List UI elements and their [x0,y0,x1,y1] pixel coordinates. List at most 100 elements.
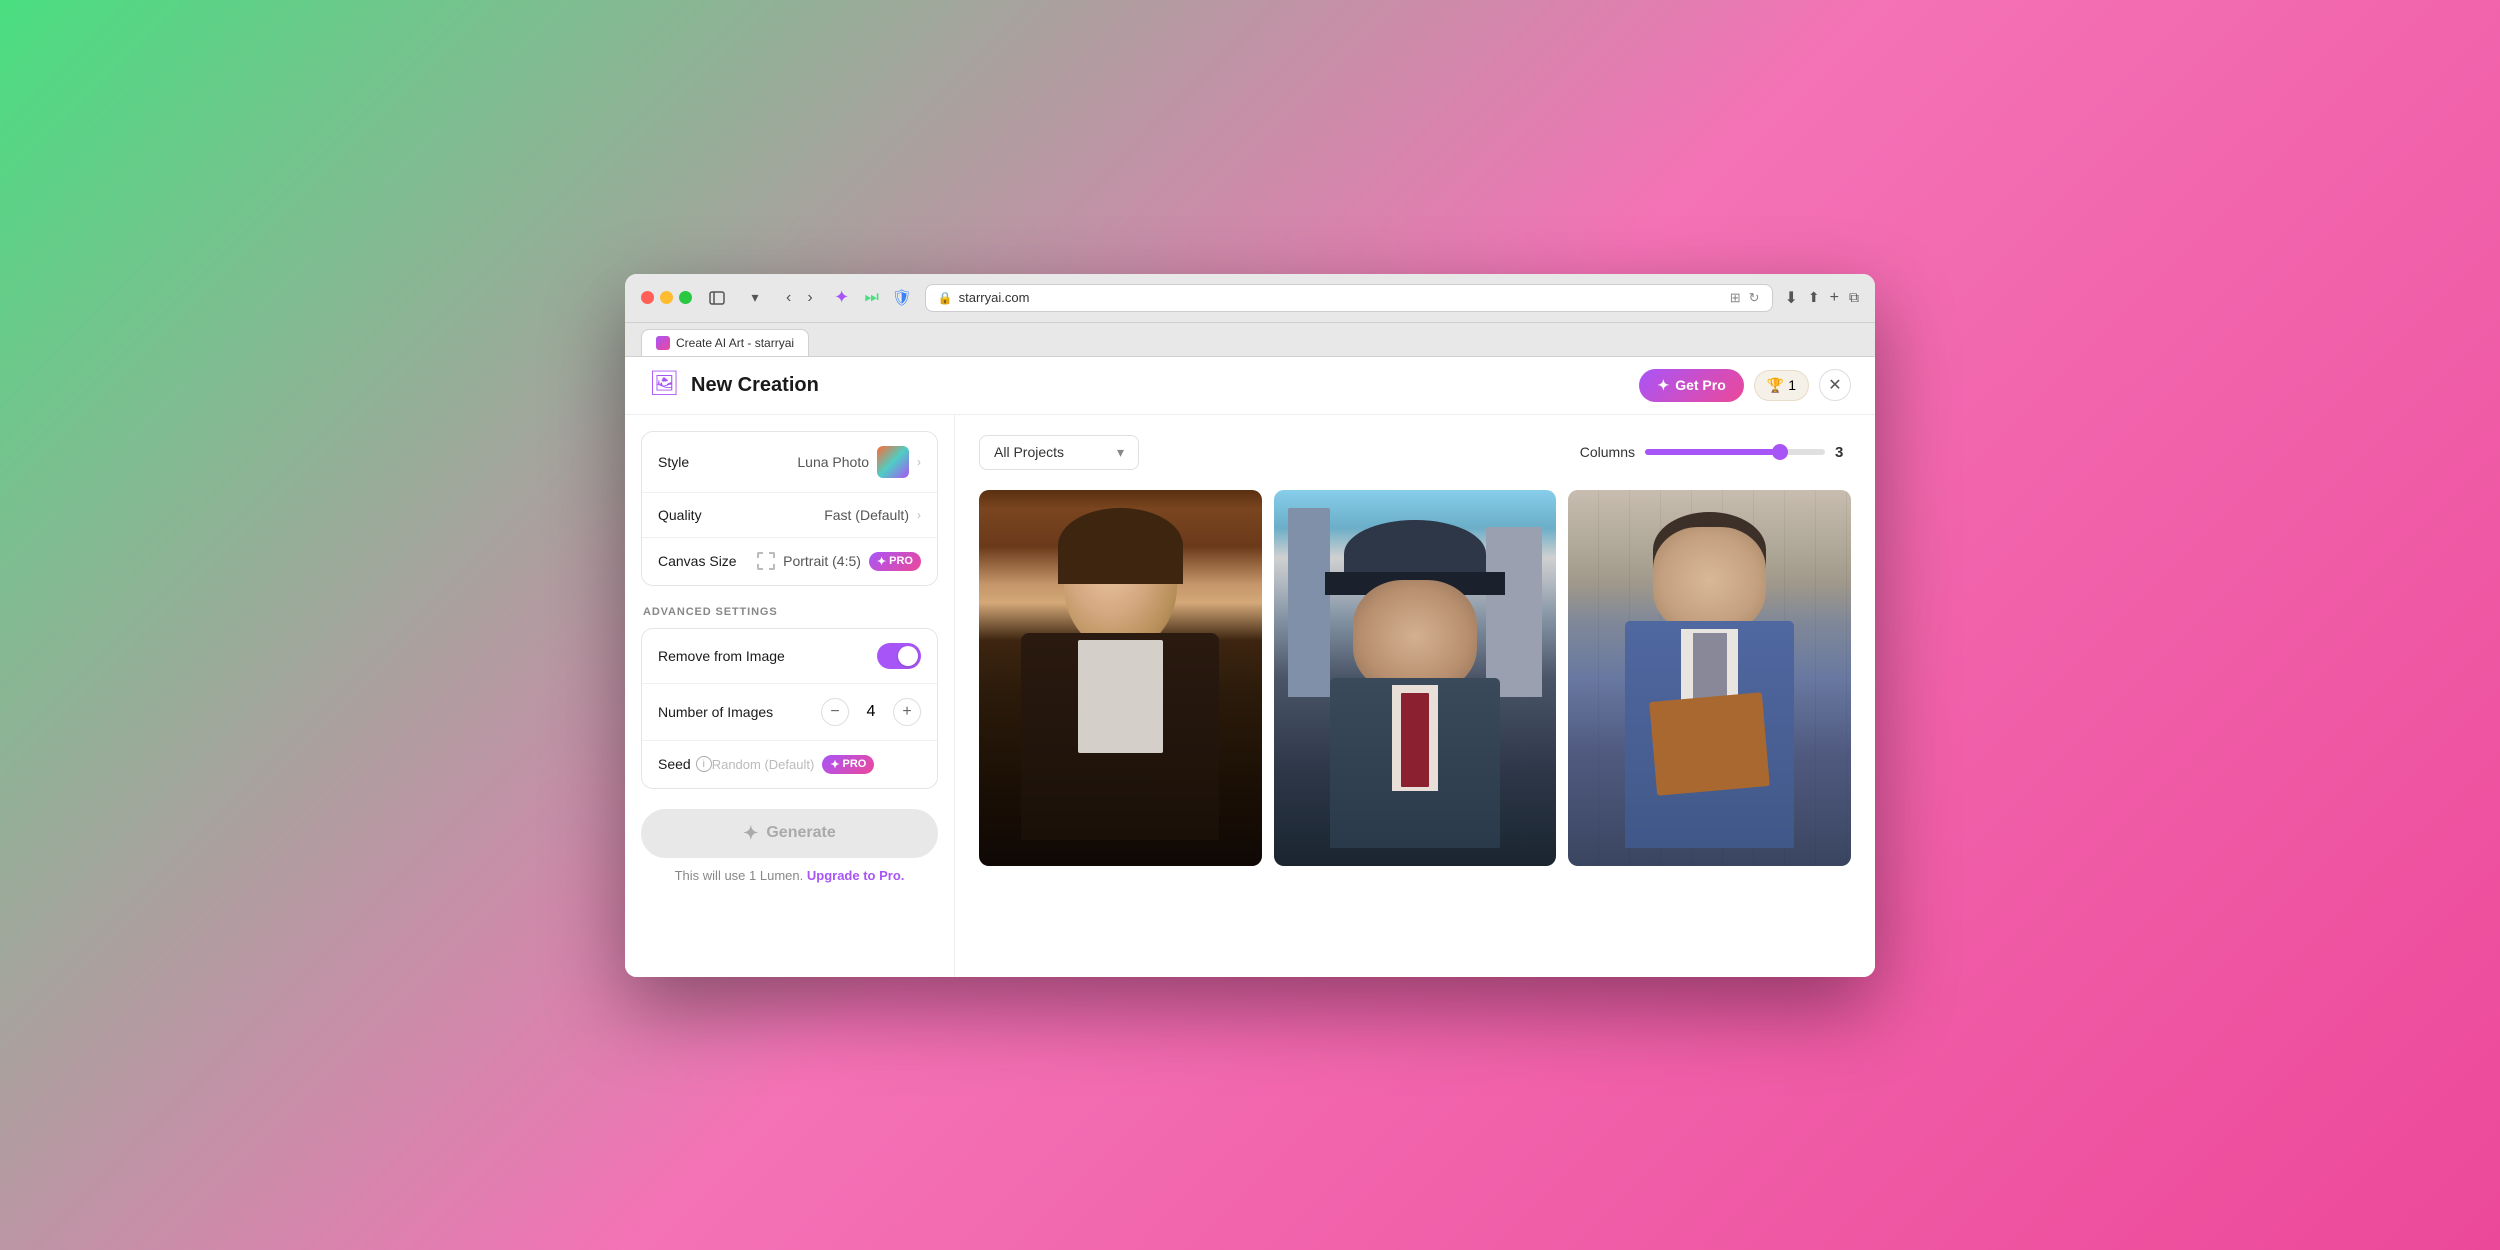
pro-plus-icon: ✦ [877,555,886,568]
settings-card: Style Luna Photo › Quality Fast (Default… [641,431,938,586]
close-button[interactable]: ✕ [1819,369,1851,401]
starryai-ext-icon[interactable]: ✦ [831,287,853,309]
seed-pro-plus-icon: ✦ [830,758,839,771]
browser-nav: ‹ › [780,285,819,311]
new-tab-icon[interactable]: + [1830,289,1839,307]
seed-info-icon[interactable]: i [696,756,712,772]
quality-value: Fast (Default) › [824,507,921,523]
generate-label: Generate [766,824,835,842]
star-icon: ✦ [1657,377,1669,394]
projects-label: All Projects [994,444,1064,460]
header-actions: ✦ Get Pro 🏆 1 ✕ [1639,369,1851,402]
quality-chevron-icon: › [917,508,921,522]
canvas-size-label: Canvas Size [658,553,757,569]
style-thumbnail [877,446,909,478]
app-logo: 🖼 New Creation [649,369,819,401]
style-chevron-icon: › [917,455,921,469]
canvas-size-row[interactable]: Canvas Size Portrait (4:5) ✦ PRO [642,538,937,585]
pro-text: PRO [889,555,913,567]
quality-text: Fast (Default) [824,507,909,523]
generate-button[interactable]: ✦ Generate [641,809,938,858]
seed-label-group: Seed i [658,756,712,772]
minimize-window-button[interactable] [660,291,673,304]
app-content: 🖼 New Creation ✦ Get Pro 🏆 1 ✕ [625,357,1875,977]
quality-label: Quality [658,507,824,523]
app-title: New Creation [691,374,819,397]
toggle-knob [898,646,918,666]
gallery-item[interactable] [979,490,1262,867]
seed-placeholder: Random (Default) [712,757,815,772]
lumen-button[interactable]: 🏆 1 [1754,370,1809,401]
lumen-notice-text: This will use 1 Lumen. [675,868,804,883]
canvas-size-icon [757,552,775,570]
remove-from-image-toggle[interactable] [877,643,921,669]
gallery-item[interactable] [1274,490,1557,867]
sidebar: Style Luna Photo › Quality Fast (Default… [625,415,955,977]
url-text: starryai.com [959,290,1030,305]
lumen-emoji: 🏆 [1767,377,1784,394]
lumen-notice: This will use 1 Lumen. Upgrade to Pro. [641,868,938,883]
columns-label: Columns [1580,444,1635,460]
get-pro-button[interactable]: ✦ Get Pro [1639,369,1743,402]
num-images-label: Number of Images [658,704,821,720]
extension-icons: ✦ ⏭ 🛡 [831,287,913,309]
app-main: Style Luna Photo › Quality Fast (Default… [625,415,1875,977]
columns-slider-thumb [1772,444,1788,460]
advanced-settings-title: ADVANCED SETTINGS [641,606,938,618]
style-label: Style [658,454,797,470]
columns-slider-fill [1645,449,1780,455]
sidebar-chevron-button[interactable]: ▾ [742,288,768,308]
tabs-icon[interactable]: ⧉ [1849,289,1859,306]
maximize-window-button[interactable] [679,291,692,304]
quality-row[interactable]: Quality Fast (Default) › [642,493,937,538]
pro-badge-canvas: ✦ PRO [869,552,921,571]
address-bar-right: ⊞ ↻ [1730,290,1760,306]
browser-tabbar: Create AI Art - starryai [625,323,1875,357]
canvas-size-text: Portrait (4:5) [783,553,861,569]
active-tab[interactable]: Create AI Art - starryai [641,329,809,356]
columns-value: 3 [1835,444,1851,461]
download-icon[interactable]: ⬇ [1785,288,1798,308]
traffic-lights [641,291,692,304]
columns-slider[interactable] [1645,449,1825,455]
num-images-value: 4 [861,703,881,721]
increment-button[interactable]: + [893,698,921,726]
browser-titlebar: ▾ ‹ › ✦ ⏭ 🛡 🔒 starryai.com ⊞ ↻ ⬇ ⬆ + ⧉ [625,274,1875,323]
gallery-item[interactable] [1568,490,1851,867]
remove-from-image-label: Remove from Image [658,648,877,664]
gallery-toolbar: All Projects ▾ Columns 3 [979,435,1851,470]
translate-icon[interactable]: ⊞ [1730,290,1741,306]
advanced-settings-card: Remove from Image Number of Images − 4 + [641,628,938,789]
ext-icon-2[interactable]: ⏭ [861,287,883,309]
columns-control: Columns 3 [1580,444,1851,461]
lock-icon: 🔒 [938,291,953,305]
projects-dropdown[interactable]: All Projects ▾ [979,435,1139,470]
tab-favicon [656,336,670,350]
logo-icon: 🖼 [649,369,681,401]
browser-actions: ⬇ ⬆ + ⧉ [1785,288,1859,308]
gallery-panel: All Projects ▾ Columns 3 [955,415,1875,977]
seed-label: Seed [658,756,691,772]
close-window-button[interactable] [641,291,654,304]
ext-icon-3[interactable]: 🛡 [891,287,913,309]
pro-badge-seed: ✦ PRO [822,755,874,774]
projects-chevron-icon: ▾ [1117,444,1124,461]
seed-value-group: Random (Default) ✦ PRO [712,755,875,774]
canvas-size-value: Portrait (4:5) ✦ PRO [757,552,921,571]
refresh-icon[interactable]: ↻ [1749,290,1760,306]
gallery-grid [979,490,1851,867]
generate-sparkle-icon: ✦ [743,823,758,844]
address-bar[interactable]: 🔒 starryai.com ⊞ ↻ [925,284,1773,312]
upgrade-link[interactable]: Upgrade to Pro. [807,868,905,883]
style-text: Luna Photo [797,454,869,470]
share-icon[interactable]: ⬆ [1808,289,1820,306]
decrement-button[interactable]: − [821,698,849,726]
app-header: 🖼 New Creation ✦ Get Pro 🏆 1 ✕ [625,357,1875,415]
style-value: Luna Photo › [797,446,921,478]
forward-button[interactable]: › [801,285,818,311]
style-row[interactable]: Style Luna Photo › [642,432,937,493]
sidebar-toggle-button[interactable] [704,288,730,308]
close-icon: ✕ [1828,375,1841,395]
back-button[interactable]: ‹ [780,285,797,311]
num-images-row: Number of Images − 4 + [642,684,937,741]
